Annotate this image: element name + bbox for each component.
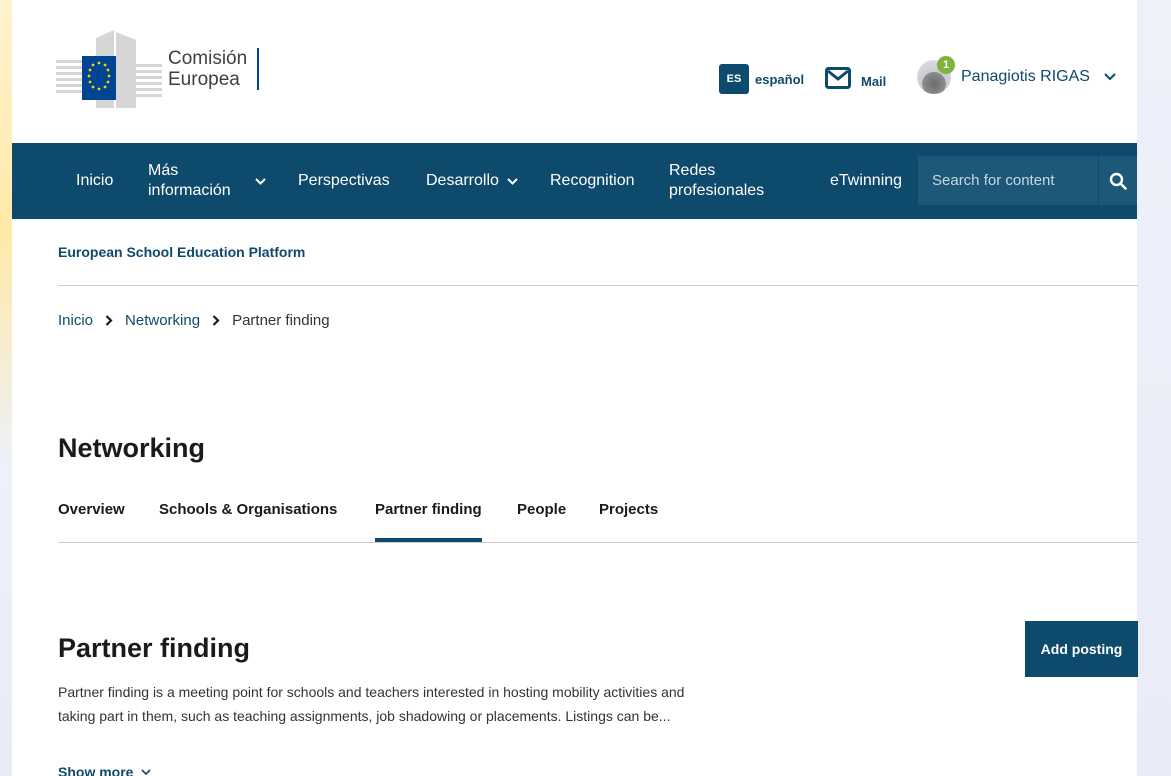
mail-label: Mail [861,74,887,89]
section-tabs: Overview Schools & Organisations Partner… [58,497,1138,543]
tab-schools-organisations[interactable]: Schools & Organisations [159,501,337,518]
breadcrumb-item-current: Partner finding [232,312,330,329]
chevron-down-icon [1104,73,1116,81]
nav-item-label-line2: información [148,182,231,199]
background-decoration-right [1137,0,1171,776]
nav-item-label: Perspectivas [298,172,390,189]
chevron-right-icon [105,315,113,326]
nav-item-label: Desarrollo [426,172,499,189]
logo-text-line2: Europea [168,69,240,90]
user-menu[interactable]: 1 Panagiotis RIGAS [917,56,1116,94]
ec-building-icon [56,30,162,108]
breadcrumb: Inicio Networking Partner finding [58,312,330,329]
nav-item-label: Más información [148,161,231,201]
chevron-down-icon [507,177,518,185]
breadcrumb-item-inicio[interactable]: Inicio [58,312,93,329]
divider [58,285,1138,286]
search-icon [1109,172,1127,190]
user-name: Panagiotis RIGAS [961,68,1090,85]
mail-icon [825,66,851,89]
content-title: Partner finding [58,633,251,663]
nav-item-label-line1: Redes [669,162,716,179]
tab-people[interactable]: People [517,501,566,518]
tab-projects[interactable]: Projects [599,501,658,518]
nav-item-label: Recognition [550,172,635,189]
nav-item-recognition[interactable]: Recognition [550,171,635,191]
description-line: taking part in them, such as teaching as… [58,708,671,724]
platform-title[interactable]: European School Education Platform [58,244,305,260]
site-header: Comisión Europea ES español Mail 1 Panag… [12,0,1137,143]
nav-item-label: eTwinning [830,172,903,189]
logo-text-line1: Comisión [168,48,248,69]
show-more-button[interactable]: Show more [58,764,152,776]
nav-item-label-line2: profesionales [669,182,765,199]
nav-item-etwinning[interactable]: eTwinning [830,171,902,191]
tab-overview[interactable]: Overview [58,501,125,518]
description-line: Partner finding is a meeting point for s… [58,684,685,700]
chevron-down-icon [141,769,152,775]
tab-partner-finding[interactable]: Partner finding [375,501,482,542]
language-code-badge: ES [719,64,749,94]
chevron-right-icon [212,315,220,326]
show-more-label: Show more [58,764,134,776]
breadcrumb-item-networking[interactable]: Networking [125,312,200,329]
search-placeholder: Search for content [932,172,1055,189]
page: Comisión Europea ES español Mail 1 Panag… [12,0,1138,776]
nav-item-label-line1: Más [148,162,179,179]
nav-item-label: Redes profesionales [669,161,764,201]
ec-logo[interactable]: Comisión Europea [56,30,260,108]
avatar: 1 [917,56,955,94]
search-button[interactable] [1098,156,1137,205]
nav-item-redes-profesionales[interactable]: Redes profesionales [669,161,764,201]
language-label: español [755,71,805,87]
nav-item-perspectivas[interactable]: Perspectivas [298,171,390,191]
page-title: Networking [58,433,206,463]
content-description: Partner finding is a meeting point for s… [58,680,798,728]
chevron-down-icon [254,177,266,185]
language-selector[interactable]: ES español [719,64,804,94]
nav-item-inicio[interactable]: Inicio [76,171,113,191]
notification-badge: 1 [937,56,955,74]
mail-link[interactable]: Mail [825,66,886,89]
search-input[interactable]: Search for content [918,156,1098,205]
nav-item-mas-informacion[interactable]: Más información [148,161,266,201]
nav-item-label: Inicio [76,172,114,189]
ec-logo-text: Comisión Europea [168,48,260,90]
nav-item-desarrollo[interactable]: Desarrollo [426,171,518,191]
background-decoration-left [0,0,12,776]
main-navigation: Inicio Más información Perspectivas Desa… [12,143,1137,219]
add-posting-button[interactable]: Add posting [1025,621,1138,677]
